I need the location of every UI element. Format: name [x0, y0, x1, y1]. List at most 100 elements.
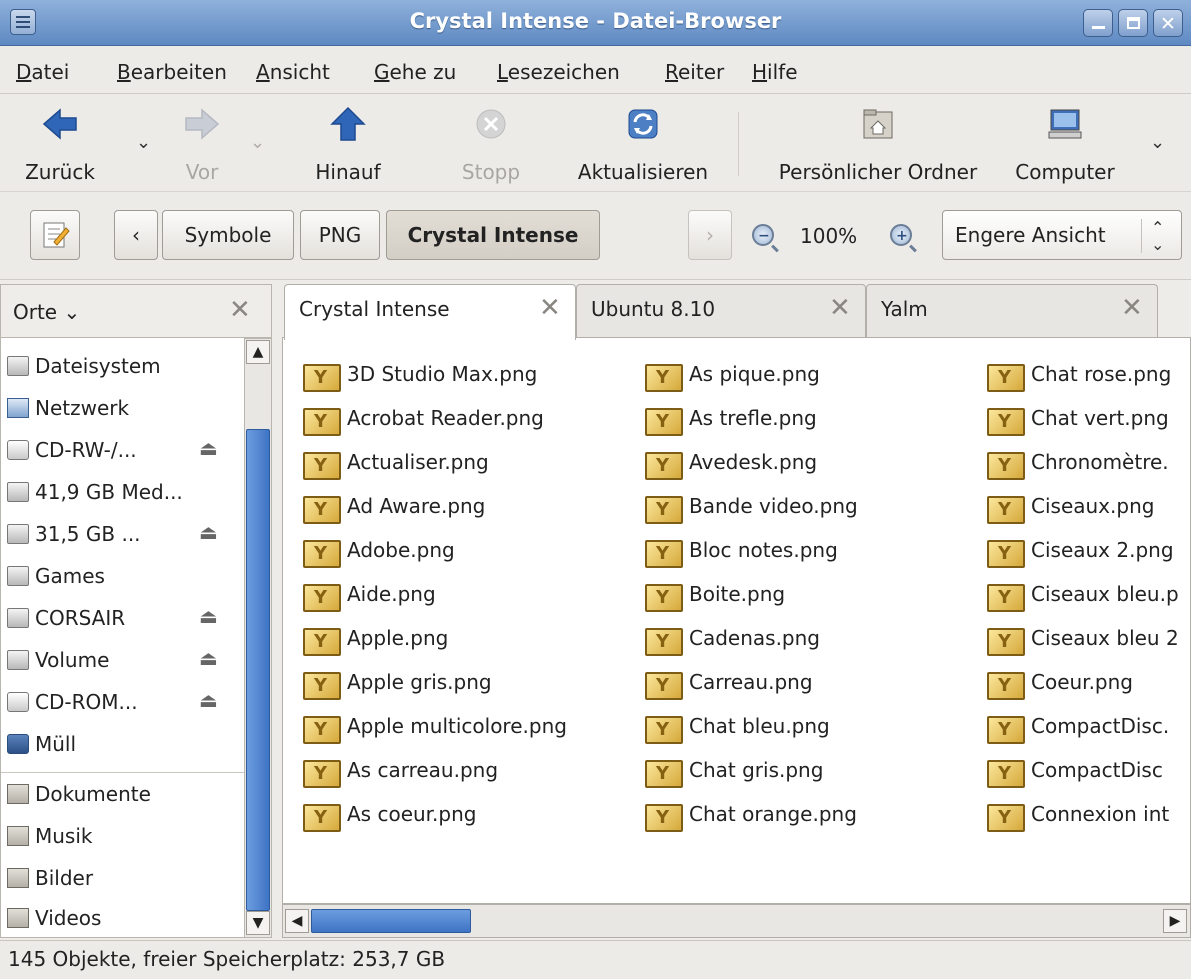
eject-icon[interactable]: ⏏	[199, 436, 218, 460]
image-file-icon	[645, 804, 683, 832]
eject-icon[interactable]: ⏏	[199, 604, 218, 628]
close-icon: ✕	[1160, 13, 1176, 35]
computer-icon	[1048, 109, 1082, 139]
tab-ubuntu[interactable]: Ubuntu 8.10 ✕	[576, 284, 866, 338]
tab-close-icon[interactable]: ✕	[539, 293, 561, 323]
sidebar-item-dokumente[interactable]: Dokumente	[1, 776, 244, 816]
image-file-icon	[645, 408, 683, 436]
maximize-button[interactable]	[1118, 9, 1148, 37]
sidebar-scroll-thumb[interactable]	[246, 429, 270, 911]
menu-datei[interactable]: Datei	[16, 60, 69, 84]
network-icon	[7, 398, 29, 418]
image-file-icon	[303, 672, 341, 700]
menu-lesezeichen[interactable]: Lesezeichen	[497, 60, 620, 84]
toolbar-overflow-chevron-icon[interactable]: ⌄	[1150, 132, 1165, 153]
image-file-icon	[303, 716, 341, 744]
image-file-icon	[645, 540, 683, 568]
image-file-icon	[987, 452, 1025, 480]
crumb-symbole[interactable]: Symbole	[162, 210, 294, 260]
scroll-right-icon[interactable]: ▶	[1163, 909, 1187, 933]
sidebar-item-muell[interactable]: Müll	[1, 726, 244, 766]
status-bar: 145 Objekte, freier Speicherplatz: 253,7…	[0, 940, 1191, 979]
menu-ansicht[interactable]: Ansicht	[256, 60, 330, 84]
sidebar-item-musik[interactable]: Musik	[1, 818, 244, 858]
sidebar-item-cd-rw[interactable]: CD-RW-/... ⏏	[1, 432, 244, 472]
image-file-icon	[303, 496, 341, 524]
image-file-icon	[987, 496, 1025, 524]
zoom-in-icon[interactable]: +	[890, 224, 912, 246]
image-file-icon	[645, 452, 683, 480]
crumb-crystal-intense[interactable]: Crystal Intense	[386, 210, 600, 260]
computer-button[interactable]: Computer	[1004, 102, 1126, 186]
sidebar-item-cd-rom[interactable]: CD-ROM... ⏏	[1, 684, 244, 724]
stop-button[interactable]: Stopp	[444, 102, 538, 186]
home-button[interactable]: Persönlicher Ordner	[754, 102, 1002, 186]
menu-gehe-zu[interactable]: Gehe zu	[374, 60, 456, 84]
horizontal-scroll-thumb[interactable]	[311, 909, 471, 933]
computer-label: Computer	[1015, 160, 1115, 184]
sidebar-separator	[1, 772, 244, 773]
sidebar-title-dropdown[interactable]: Orte ⌄	[13, 300, 80, 324]
sidebar-item-31gb[interactable]: 31,5 GB ... ⏏	[1, 516, 244, 556]
tab-close-icon[interactable]: ✕	[829, 293, 851, 323]
file-view: 3D Studio Max.png Acrobat Reader.png Act…	[282, 337, 1191, 904]
crumb-scroll-left-button[interactable]: ‹	[114, 210, 158, 260]
minimize-button[interactable]	[1083, 9, 1113, 37]
crumb-scroll-right-button[interactable]: ›	[688, 210, 732, 260]
image-file-icon	[303, 364, 341, 392]
scroll-up-icon[interactable]: ▲	[246, 340, 270, 364]
toggle-location-entry-button[interactable]	[30, 210, 80, 260]
sidebar-item-bilder[interactable]: Bilder	[1, 860, 244, 900]
cd-icon	[7, 440, 29, 460]
crumb-png[interactable]: PNG	[300, 210, 380, 260]
eject-icon[interactable]: ⏏	[199, 646, 218, 670]
drive-icon	[7, 566, 29, 586]
menu-hilfe[interactable]: Hilfe	[752, 60, 798, 84]
image-file-icon	[987, 716, 1025, 744]
sidebar-scrollbar[interactable]: ▲ ▼	[244, 338, 272, 938]
up-button[interactable]: Hinauf	[300, 102, 396, 186]
eject-icon[interactable]: ⏏	[199, 688, 218, 712]
eject-icon[interactable]: ⏏	[199, 520, 218, 544]
drive-icon	[7, 482, 29, 502]
tab-crystal-intense[interactable]: Crystal Intense ✕	[284, 284, 576, 340]
sidebar-places-list: Dateisystem Netzwerk CD-RW-/... ⏏ 41,9 GB…	[0, 338, 244, 938]
folder-icon	[7, 784, 29, 804]
menu-bearbeiten[interactable]: Bearbeiten	[117, 60, 227, 84]
forward-history-chevron-icon[interactable]: ⌄	[250, 132, 265, 153]
sidebar-item-netzwerk[interactable]: Netzwerk	[1, 390, 244, 430]
image-file-icon	[303, 760, 341, 788]
horizontal-scrollbar[interactable]: ◀ ▶	[282, 904, 1191, 938]
forward-button[interactable]: Vor	[170, 102, 234, 186]
image-file-icon	[303, 408, 341, 436]
sidebar-item-dateisystem[interactable]: Dateisystem	[1, 348, 244, 388]
zoom-out-icon[interactable]: −	[752, 224, 774, 246]
view-mode-value: Engere Ansicht	[955, 223, 1106, 247]
drive-icon	[7, 356, 29, 376]
trash-icon	[7, 734, 29, 754]
tab-yalm[interactable]: Yalm ✕	[866, 284, 1158, 338]
title-bar: Crystal Intense - Datei-Browser ✕	[0, 0, 1191, 46]
close-button[interactable]: ✕	[1153, 9, 1183, 37]
scroll-down-icon[interactable]: ▼	[246, 911, 270, 935]
zoom-level[interactable]: 100%	[800, 224, 857, 248]
back-history-chevron-icon[interactable]: ⌄	[136, 132, 151, 153]
image-file-icon	[987, 672, 1025, 700]
back-button[interactable]: Zurück	[2, 102, 118, 186]
folder-icon	[7, 826, 29, 846]
view-mode-select[interactable]: Engere Ansicht ⌃ ⌄	[942, 210, 1182, 260]
sidebar-item-corsair[interactable]: CORSAIR ⏏	[1, 600, 244, 640]
sidebar-item-41gb[interactable]: 41,9 GB Med...	[1, 474, 244, 514]
reload-button[interactable]: Aktualisieren	[566, 102, 720, 186]
scroll-left-icon[interactable]: ◀	[285, 909, 309, 933]
minimize-icon	[1092, 26, 1105, 29]
sidebar-item-volume[interactable]: Volume ⏏	[1, 642, 244, 682]
image-file-icon	[645, 760, 683, 788]
menu-reiter[interactable]: Reiter	[665, 60, 724, 84]
tab-close-icon[interactable]: ✕	[1121, 293, 1143, 323]
sidebar-close-icon[interactable]: ✕	[229, 295, 251, 325]
image-file-icon	[645, 628, 683, 656]
window-title: Crystal Intense - Datei-Browser	[409, 9, 782, 33]
sidebar-item-games[interactable]: Games	[1, 558, 244, 598]
sidebar-item-videos[interactable]: Videos	[1, 900, 244, 937]
